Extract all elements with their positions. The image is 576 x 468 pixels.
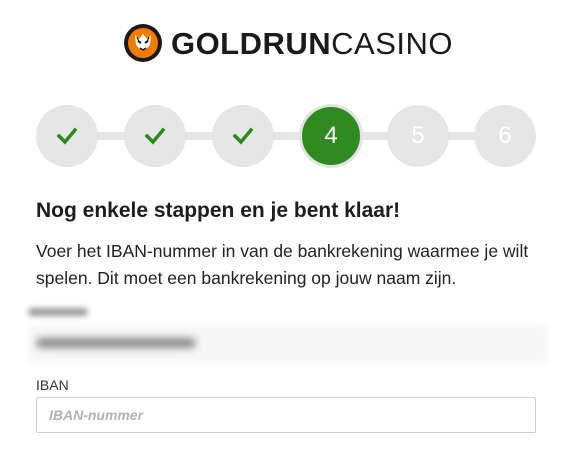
checkmark-icon	[144, 127, 166, 145]
blurred-field	[28, 306, 548, 368]
progress-stepper: 4 5 6	[36, 104, 536, 168]
checkmark-icon	[232, 127, 254, 145]
step-2	[124, 105, 186, 167]
step-1	[36, 105, 98, 167]
brand-logo: GOLDRUNCASINO	[0, 22, 576, 64]
step-number: 4	[324, 122, 338, 149]
brand-name-light: CASINO	[331, 25, 454, 61]
step-3	[212, 105, 274, 167]
step-4: 4	[299, 104, 363, 168]
step-6: 6	[474, 105, 536, 167]
tiger-head-icon	[123, 24, 162, 62]
checkmark-icon	[56, 127, 78, 145]
brand-name: GOLDRUNCASINO	[171, 28, 453, 59]
instructions-text: Voer het IBAN-nummer in van de bankreken…	[36, 241, 529, 288]
blurred-value	[36, 338, 196, 348]
blurred-label	[28, 308, 88, 316]
step-5: 5	[387, 105, 449, 167]
step-number: 6	[498, 122, 512, 149]
page-heading: Nog enkele stappen en je bent klaar!	[36, 199, 401, 222]
iban-label: IBAN	[36, 377, 69, 393]
brand-name-bold: GOLDRUN	[170, 25, 332, 61]
iban-input[interactable]	[36, 397, 536, 433]
step-number: 5	[411, 122, 425, 149]
